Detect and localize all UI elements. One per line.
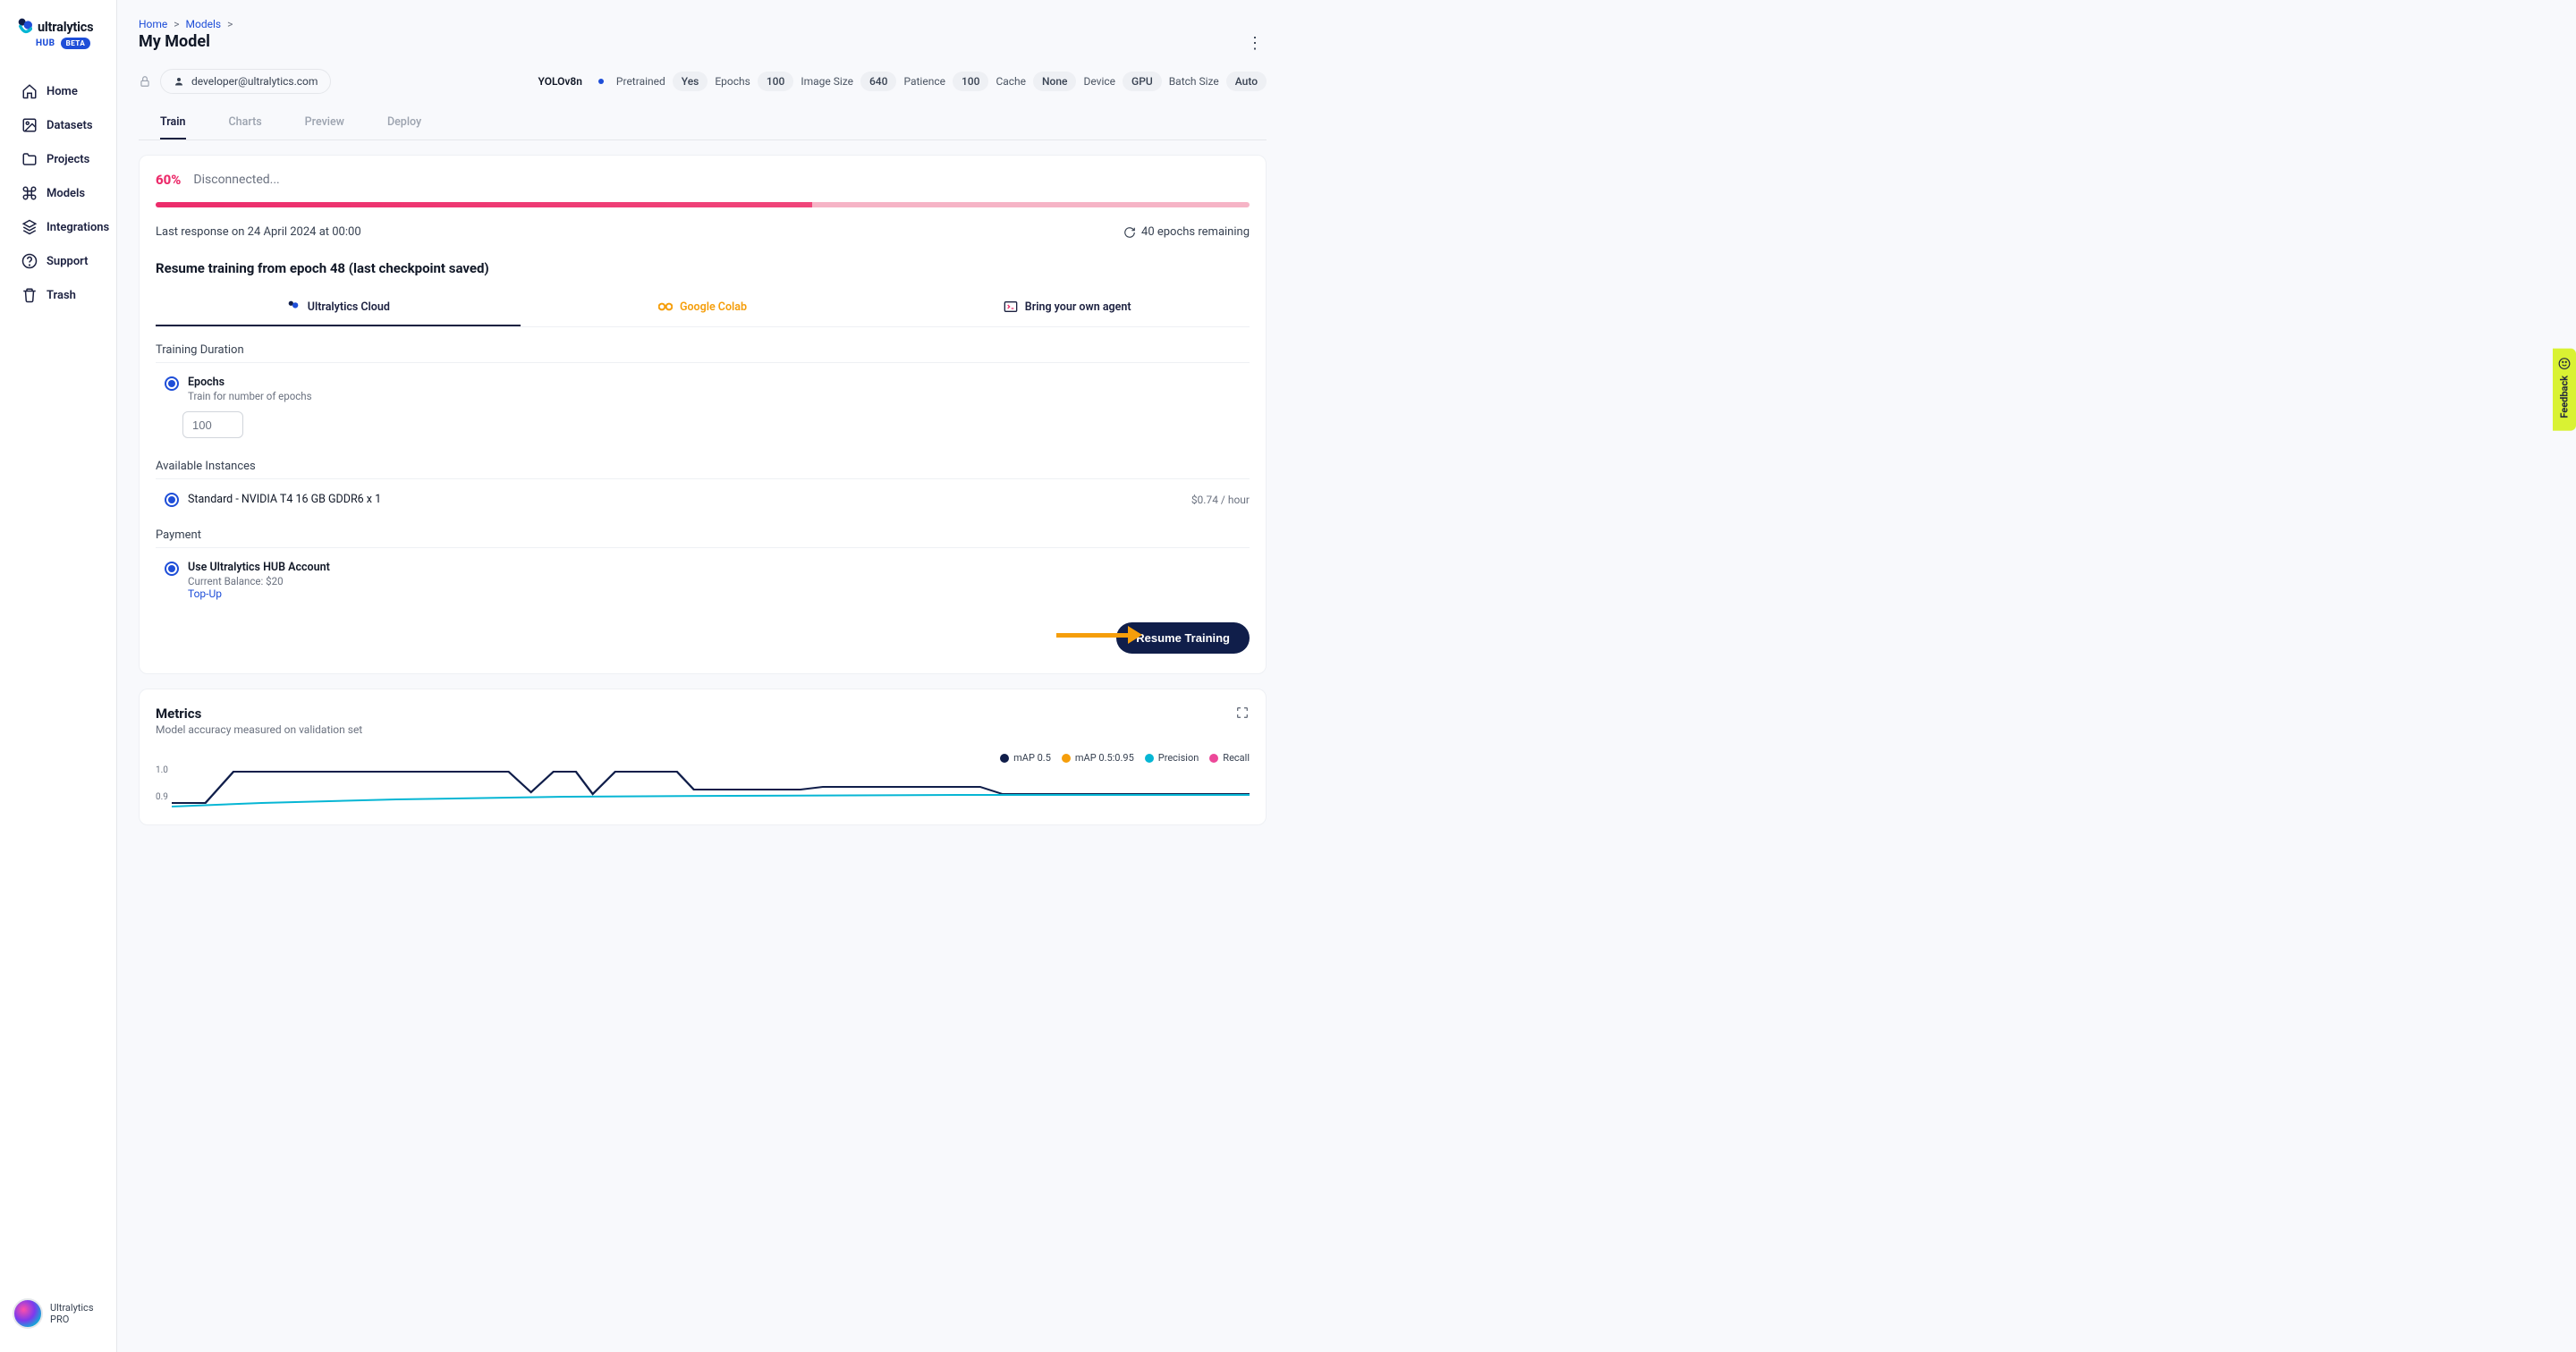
image-icon <box>21 117 38 133</box>
metrics-card: Metrics Model accuracy measured on valid… <box>139 689 1267 825</box>
tabs: Train Charts Preview Deploy <box>139 106 1267 140</box>
logo-text: ultralytics <box>38 20 93 35</box>
payment-label: Payment <box>156 528 1250 542</box>
home-icon <box>21 83 38 99</box>
nav-projects[interactable]: Projects <box>0 142 116 176</box>
help-icon <box>21 253 38 269</box>
radio-icon <box>165 493 179 507</box>
beta-badge: BETA <box>61 38 91 49</box>
tab-preview[interactable]: Preview <box>305 106 344 139</box>
last-response: Last response on 24 April 2024 at 00:00 <box>156 225 361 239</box>
layers-icon <box>21 219 38 235</box>
tab-charts[interactable]: Charts <box>229 106 262 139</box>
payment-balance: Current Balance: $20 <box>188 575 330 587</box>
lock-icon <box>139 75 151 88</box>
logo-icon <box>18 18 32 36</box>
refresh-icon <box>1123 226 1136 239</box>
instances-label: Available Instances <box>156 460 1250 473</box>
smile-icon <box>2558 358 2571 370</box>
expand-icon[interactable] <box>1235 706 1250 720</box>
metrics-chart: 1.0 0.9 <box>172 767 1250 808</box>
chart-legend: mAP 0.5 mAP 0.5:0.95 Precision Recall <box>156 752 1250 764</box>
colab-icon <box>658 300 673 314</box>
breadcrumb-home[interactable]: Home <box>139 18 167 30</box>
breadcrumb-models[interactable]: Models <box>186 18 222 30</box>
resume-heading: Resume training from epoch 48 (last chec… <box>156 260 1250 276</box>
model-meta: YOLOv8n Pretrained Yes Epochs 100 Image … <box>538 72 1267 91</box>
logo[interactable]: ultralytics HUB BETA <box>0 13 116 65</box>
page-title: My Model <box>139 32 1267 51</box>
epochs-sub: Train for number of epochs <box>188 390 312 402</box>
nav-label: Projects <box>47 153 89 166</box>
nav-datasets[interactable]: Datasets <box>0 108 116 142</box>
nav-label: Datasets <box>47 119 93 132</box>
instance-price: $0.74 / hour <box>1191 494 1250 506</box>
payment-title: Use Ultralytics HUB Account <box>188 561 330 574</box>
metrics-sub: Model accuracy measured on validation se… <box>156 723 1250 736</box>
trash-icon <box>21 287 38 303</box>
cloud-icon <box>286 300 301 314</box>
epochs-title: Epochs <box>188 376 312 389</box>
nav-trash[interactable]: Trash <box>0 278 116 312</box>
tab-train[interactable]: Train <box>160 106 186 139</box>
hub-text: HUB <box>36 38 55 48</box>
avatar <box>13 1298 43 1329</box>
topup-link[interactable]: Top-Up <box>188 587 222 600</box>
terminal-icon <box>1004 300 1018 314</box>
progress-fill <box>156 202 812 207</box>
instance-radio[interactable]: Standard - NVIDIA T4 16 GB GDDR6 x 1 <box>165 492 381 507</box>
env-tab-cloud[interactable]: Ultralytics Cloud <box>156 291 521 326</box>
nav-label: Models <box>47 187 85 200</box>
nav-label: Support <box>47 255 89 268</box>
nav-integrations[interactable]: Integrations <box>0 210 116 244</box>
epochs-input[interactable] <box>182 411 243 438</box>
training-card: 60% Disconnected... Last response on 24 … <box>139 155 1267 674</box>
breadcrumb: Home > Models > <box>139 18 1267 30</box>
progress-percent: 60% <box>156 172 181 188</box>
model-type: YOLOv8n <box>538 75 581 88</box>
radio-icon <box>165 376 179 391</box>
status-text: Disconnected... <box>193 173 279 187</box>
nav-label: Home <box>47 85 78 98</box>
payment-radio[interactable]: Use Ultralytics HUB Account Current Bala… <box>156 561 1250 601</box>
highlight-arrow <box>1056 626 1142 644</box>
training-duration-label: Training Duration <box>156 343 1250 357</box>
env-tab-colab[interactable]: Google Colab <box>521 291 886 326</box>
user-plan: PRO <box>50 1314 94 1325</box>
user-menu[interactable]: Ultralytics PRO <box>0 1288 116 1339</box>
dot-icon <box>598 79 604 84</box>
metrics-title: Metrics <box>156 706 1250 722</box>
user-icon <box>174 76 184 87</box>
epochs-remaining: 40 epochs remaining <box>1141 225 1250 239</box>
progress-bar <box>156 202 1250 207</box>
nav-label: Integrations <box>47 221 109 234</box>
command-icon <box>21 185 38 201</box>
more-menu-button[interactable]: ⋮ <box>1247 34 1263 53</box>
tab-deploy[interactable]: Deploy <box>387 106 421 139</box>
user-name: Ultralytics <box>50 1302 94 1314</box>
instance-name: Standard - NVIDIA T4 16 GB GDDR6 x 1 <box>188 493 381 506</box>
epochs-radio[interactable]: Epochs Train for number of epochs <box>156 376 1250 402</box>
radio-icon <box>165 562 179 576</box>
owner-email: developer@ultralytics.com <box>191 75 318 88</box>
sidebar: ultralytics HUB BETA Home Datasets Proje… <box>0 0 117 1352</box>
folder-icon <box>21 151 38 167</box>
nav-home[interactable]: Home <box>0 74 116 108</box>
nav-support[interactable]: Support <box>0 244 116 278</box>
nav-models[interactable]: Models <box>0 176 116 210</box>
nav-label: Trash <box>47 289 76 302</box>
env-tab-agent[interactable]: Bring your own agent <box>885 291 1250 326</box>
owner-chip[interactable]: developer@ultralytics.com <box>160 69 331 94</box>
feedback-button[interactable]: Feedback <box>2553 349 2576 431</box>
